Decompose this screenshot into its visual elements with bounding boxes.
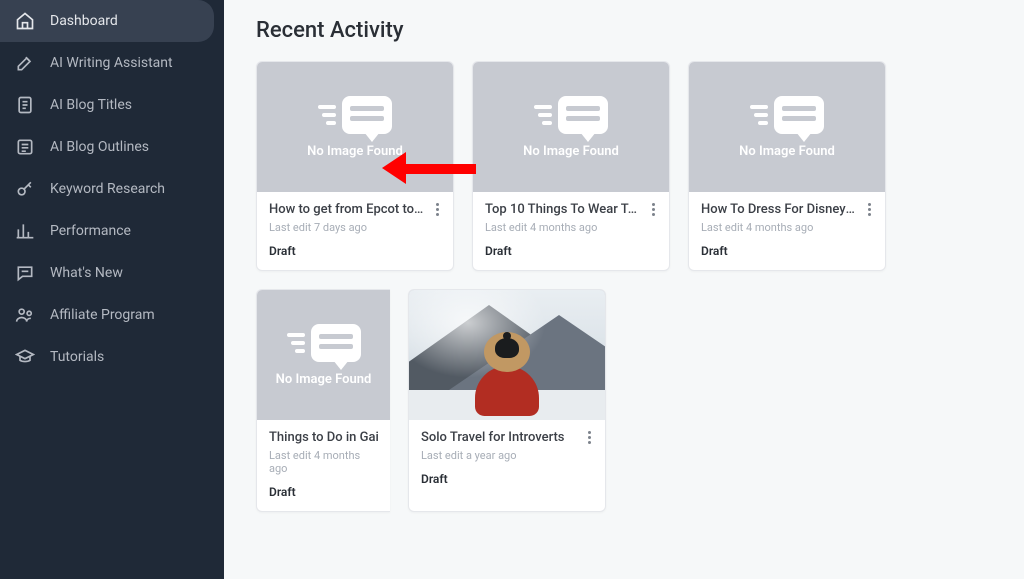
speech-lines-icon bbox=[318, 96, 392, 134]
key-icon bbox=[14, 178, 36, 200]
card-meta: Last edit a year ago bbox=[421, 449, 593, 462]
sidebar-item-label: What's New bbox=[50, 265, 123, 281]
sidebar-item-label: AI Blog Titles bbox=[50, 97, 132, 113]
graduation-cap-icon bbox=[14, 346, 36, 368]
sidebar-item-tutorials[interactable]: Tutorials bbox=[0, 336, 224, 378]
card-meta: Last edit 4 months ago bbox=[269, 449, 378, 475]
speech-lines-icon bbox=[534, 96, 608, 134]
activity-card[interactable]: No Image Found Top 10 Things To Wear To … bbox=[472, 61, 670, 271]
sidebar-item-label: Performance bbox=[50, 223, 131, 239]
sidebar-item-label: Dashboard bbox=[50, 13, 118, 29]
recent-activity-cards: No Image Found How to get from Epcot to … bbox=[224, 61, 1024, 512]
card-status: Draft bbox=[485, 244, 657, 258]
sidebar-item-label: Keyword Research bbox=[50, 181, 165, 197]
card-image-placeholder: No Image Found bbox=[689, 62, 885, 192]
card-image-placeholder: No Image Found bbox=[257, 290, 390, 420]
card-title: Solo Travel for Introverts bbox=[421, 430, 593, 445]
activity-card[interactable]: No Image Found Things to Do in Gainesvi … bbox=[256, 289, 390, 512]
mountain-photo-icon bbox=[409, 290, 605, 420]
no-image-label: No Image Found bbox=[523, 144, 619, 159]
card-status: Draft bbox=[269, 485, 378, 499]
sidebar-item-dashboard[interactable]: Dashboard bbox=[0, 0, 214, 42]
edit-icon bbox=[14, 52, 36, 74]
sidebar-item-label: AI Blog Outlines bbox=[50, 139, 149, 155]
no-image-label: No Image Found bbox=[307, 144, 403, 159]
home-icon bbox=[14, 10, 36, 32]
sidebar-item-ai-writing-assistant[interactable]: AI Writing Assistant bbox=[0, 42, 224, 84]
speech-lines-icon bbox=[750, 96, 824, 134]
card-title: Top 10 Things To Wear To … bbox=[485, 202, 657, 217]
card-status: Draft bbox=[421, 472, 593, 486]
card-image bbox=[409, 290, 605, 420]
card-title: Things to Do in Gainesvi bbox=[269, 430, 378, 445]
sidebar-item-ai-blog-titles[interactable]: AI Blog Titles bbox=[0, 84, 224, 126]
card-meta: Last edit 4 months ago bbox=[701, 221, 873, 234]
document-icon bbox=[14, 94, 36, 116]
outline-icon bbox=[14, 136, 36, 158]
page-title: Recent Activity bbox=[256, 18, 1024, 43]
card-menu-button[interactable] bbox=[581, 429, 597, 445]
sidebar-item-label: Tutorials bbox=[50, 349, 104, 365]
people-icon bbox=[14, 304, 36, 326]
activity-card[interactable]: No Image Found How To Dress For Disneyla… bbox=[688, 61, 886, 271]
card-menu-button[interactable] bbox=[861, 201, 877, 217]
card-image-placeholder: No Image Found bbox=[257, 62, 453, 192]
card-image-placeholder: No Image Found bbox=[473, 62, 669, 192]
chat-icon bbox=[14, 262, 36, 284]
activity-card[interactable]: Solo Travel for Introverts Last edit a y… bbox=[408, 289, 606, 512]
sidebar-item-label: Affiliate Program bbox=[50, 307, 155, 323]
sidebar-item-ai-blog-outlines[interactable]: AI Blog Outlines bbox=[0, 126, 224, 168]
sidebar-item-label: AI Writing Assistant bbox=[50, 55, 173, 71]
sidebar-item-keyword-research[interactable]: Keyword Research bbox=[0, 168, 224, 210]
speech-lines-icon bbox=[287, 324, 361, 362]
card-status: Draft bbox=[701, 244, 873, 258]
no-image-label: No Image Found bbox=[739, 144, 835, 159]
card-status: Draft bbox=[269, 244, 441, 258]
card-meta: Last edit 4 months ago bbox=[485, 221, 657, 234]
card-menu-button[interactable] bbox=[645, 201, 661, 217]
sidebar: Dashboard AI Writing Assistant AI Blog T… bbox=[0, 0, 224, 579]
main-content: Recent Activity No Image Found How to ge… bbox=[224, 0, 1024, 579]
sidebar-item-whats-new[interactable]: What's New bbox=[0, 252, 224, 294]
sidebar-item-affiliate-program[interactable]: Affiliate Program bbox=[0, 294, 224, 336]
card-title: How To Dress For Disneyla… bbox=[701, 202, 873, 217]
chart-icon bbox=[14, 220, 36, 242]
activity-card[interactable]: No Image Found How to get from Epcot to … bbox=[256, 61, 454, 271]
no-image-label: No Image Found bbox=[276, 372, 372, 387]
card-meta: Last edit 7 days ago bbox=[269, 221, 441, 234]
card-title: How to get from Epcot to H… bbox=[269, 202, 441, 217]
sidebar-item-performance[interactable]: Performance bbox=[0, 210, 224, 252]
card-menu-button[interactable] bbox=[429, 201, 445, 217]
